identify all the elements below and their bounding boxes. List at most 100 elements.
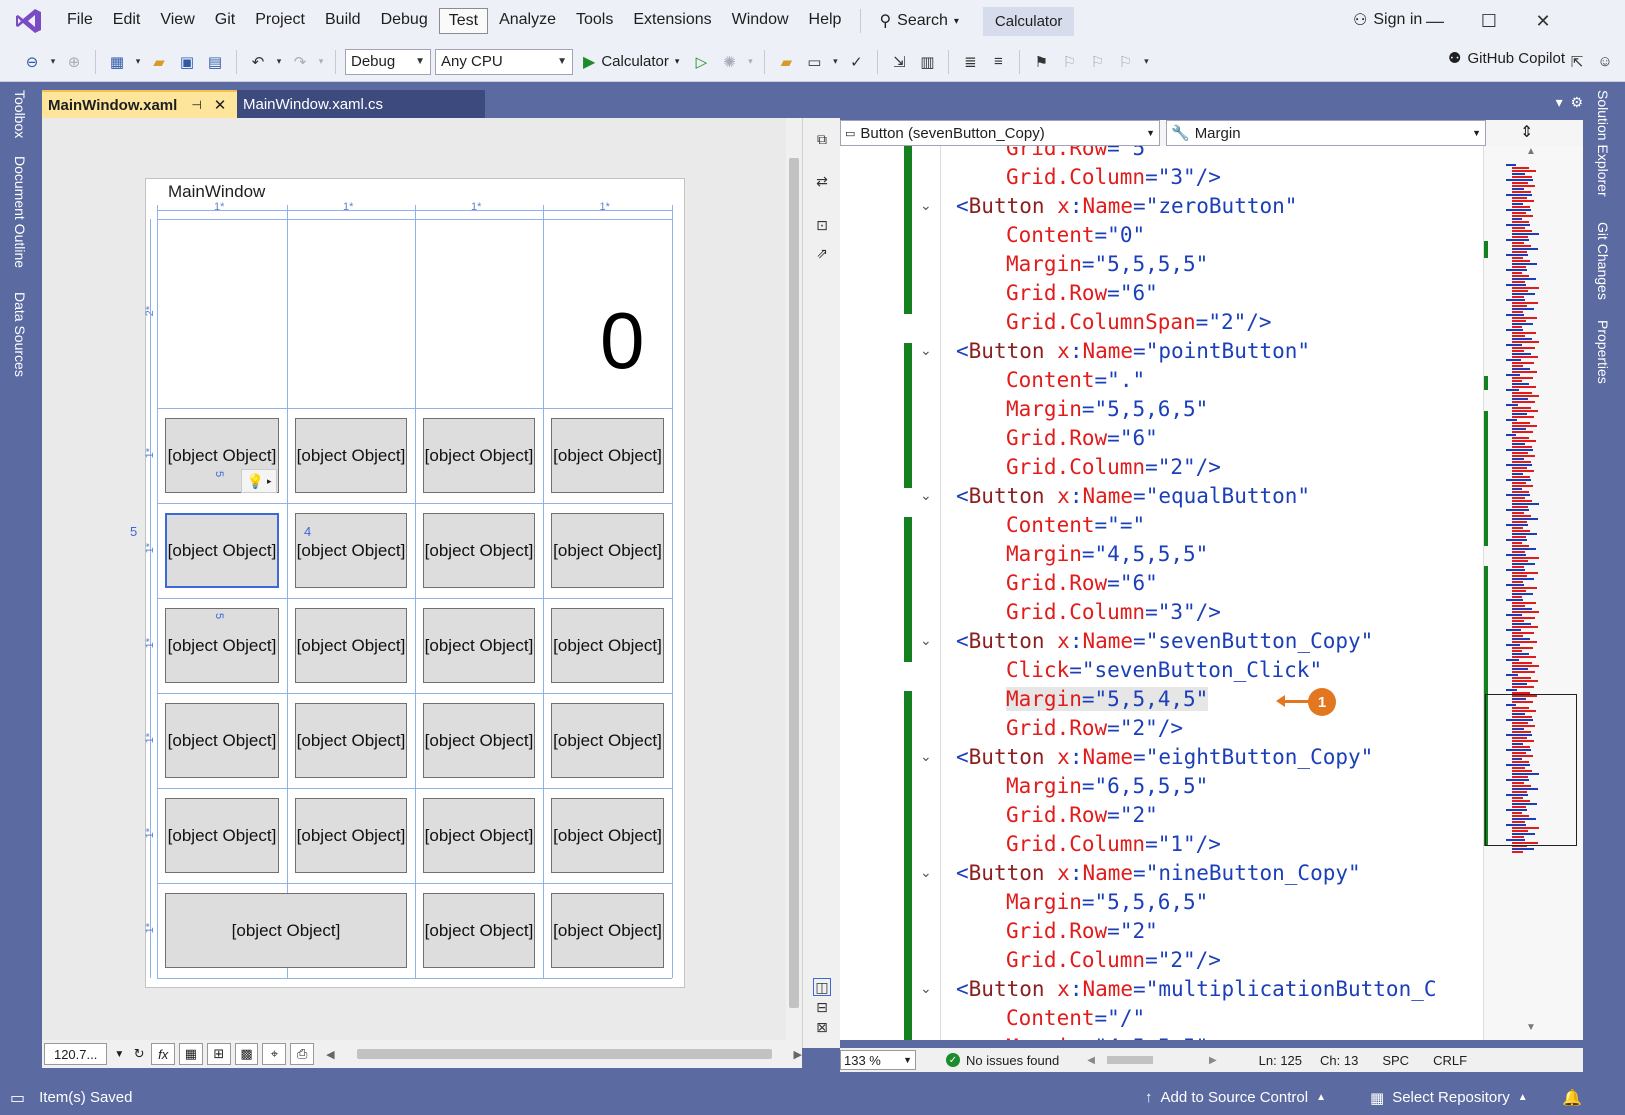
code-line[interactable]: Grid.Column="1"/> [1006,830,1221,858]
chevron-down-icon[interactable]: ▾ [48,50,58,74]
column-size-label[interactable]: 1* [600,201,610,213]
tab-mainwindow-xaml-cs[interactable]: MainWindow.xaml.cs [237,90,485,118]
row-size-label[interactable]: 1* [144,923,156,933]
menu-window[interactable]: Window [723,8,798,34]
swap-pane-icon[interactable]: ⧉ [813,130,831,148]
code-line[interactable]: Grid.Row="2"/> [1006,714,1183,742]
minimize-button[interactable]: — [1412,6,1458,36]
code-line[interactable]: Margin="5,5,5,5" [1006,250,1208,278]
start-without-debugging-icon[interactable]: ▷ [689,50,713,74]
refresh-icon[interactable]: ↻ [131,1043,147,1065]
calculator-button[interactable]: [object Object] [423,798,535,873]
search-button[interactable]: ⚲ Search ▾ [871,8,966,34]
solution-explorer-tab[interactable]: Solution Explorer [1595,90,1611,197]
grid-icon[interactable]: ▦ [179,1043,203,1065]
swap-icon[interactable]: ⇄ [813,172,831,190]
line-number[interactable]: Ln: 125 [1259,1053,1302,1068]
code-line[interactable]: <Button x:Name="pointButton" [956,337,1310,365]
calculator-button[interactable]: [object Object] [551,608,664,683]
calculator-button[interactable]: [object Object] [551,703,664,778]
calculator-button[interactable]: [object Object] [295,798,407,873]
editor-zoom-dropdown[interactable]: 133 % ▼ [840,1050,916,1070]
save-icon[interactable]: ▣ [175,50,199,74]
chevron-down-icon[interactable]: ▾ [133,50,143,74]
back-icon[interactable]: ⊖ [20,50,44,74]
calculator-button[interactable]: [object Object] [295,703,407,778]
scroll-down-icon[interactable]: ▼ [1526,1022,1536,1033]
fold-toggle-icon[interactable]: ⌄ [920,980,932,997]
calculator-button[interactable]: [object Object] [551,893,664,968]
code-line[interactable]: Grid.Column="3"/> [1006,598,1221,626]
row-size-label[interactable]: 1* [144,733,156,743]
next-bookmark-icon[interactable]: ⚐ [1085,50,1109,74]
tab-overflow-icon[interactable]: ▾ ⚙ [1556,94,1583,111]
feedback-icon[interactable]: ☺ [1593,50,1617,74]
chevron-down-icon[interactable]: ▾ [745,50,755,74]
document-outline-tab[interactable]: Document Outline [12,156,28,268]
layout-icon[interactable]: ▥ [915,50,939,74]
fold-toggle-icon[interactable]: ⌄ [920,342,932,359]
code-line[interactable]: Content="=" [1006,511,1145,539]
scroll-left-icon[interactable]: ◀ [326,1048,334,1061]
menu-view[interactable]: View [151,8,203,34]
calculator-button[interactable]: [object Object] [165,893,407,968]
calculator-button[interactable]: [object Object] [423,513,535,588]
whitespace-indicator[interactable]: SPC [1382,1053,1409,1068]
undo-icon[interactable]: ↶ [246,50,270,74]
menu-help[interactable]: Help [800,8,851,34]
open-folder-icon[interactable]: ▰ [147,50,171,74]
clear-bookmarks-icon[interactable]: ⚐ [1113,50,1137,74]
visual-studio-logo-icon[interactable] [0,0,58,42]
element-dropdown[interactable]: ▭ Button (sevenButton_Copy) ▼ [840,120,1160,146]
checkerboard-icon[interactable]: ▩ [234,1043,259,1065]
project-code-icon[interactable]: ⎙ [290,1043,315,1065]
menu-project[interactable]: Project [246,8,314,34]
code-line[interactable]: Margin="5,5,6,5" [1006,888,1208,916]
code-line[interactable]: Margin="6,5,5,5" [1006,772,1208,800]
chevron-down-icon[interactable]: ▾ [1141,50,1151,74]
chevron-down-icon[interactable]: ▾ [274,50,284,74]
new-project-icon[interactable]: ▦ [105,50,129,74]
menu-analyze[interactable]: Analyze [490,8,565,34]
calculator-button[interactable]: [object Object] [295,418,407,493]
code-line[interactable]: Grid.Row="2" [1006,917,1158,945]
code-line[interactable]: Grid.Row="2" [1006,801,1158,829]
redo-icon[interactable]: ↷ [288,50,312,74]
code-line[interactable]: Content="0" [1006,221,1145,249]
designer-horizontal-scrollbar[interactable] [356,1049,772,1059]
split-editor-icon[interactable]: ⇕ [1520,122,1533,142]
code-line[interactable]: Margin="4,5,5,5" [1006,1033,1208,1040]
share-icon[interactable]: ⇱ [1565,50,1589,74]
code-line[interactable]: Click="sevenButton_Click" [1006,656,1322,684]
code-line[interactable]: Grid.ColumnSpan="2"/> [1006,308,1272,336]
issues-indicator[interactable]: ✓ No issues found [946,1053,1059,1068]
code-line[interactable]: Margin="5,5,4,5" [1006,685,1209,713]
add-to-source-control-button[interactable]: ↑ Add to Source Control ▲ [1145,1089,1326,1106]
scroll-left-icon[interactable]: ◀ [1087,1055,1095,1066]
menu-build[interactable]: Build [316,8,370,34]
horizontal-split-icon[interactable]: ⊟ [813,998,831,1016]
spell-check-icon[interactable]: ✓ [844,50,868,74]
calculator-button[interactable]: [object Object] [423,703,535,778]
select-repository-button[interactable]: ▦ Select Repository ▲ [1370,1089,1528,1107]
code-line[interactable]: Grid.Column="2"/> [1006,946,1221,974]
code-line[interactable]: Content="." [1006,366,1145,394]
code-editor[interactable]: Grid.Row="5" Grid.Column="3"/> ⌄ <Button x:… [840,146,1483,1040]
column-size-label[interactable]: 1* [471,201,481,213]
expand-pane-icon[interactable]: ⊠ [813,1018,831,1036]
code-line[interactable]: <Button x:Name="zeroButton" [956,192,1297,220]
code-line[interactable]: Margin="4,5,5,5" [1006,540,1208,568]
previous-bookmark-icon[interactable]: ⚐ [1057,50,1081,74]
close-button[interactable]: ✕ [1520,6,1566,36]
menu-debug[interactable]: Debug [372,8,437,34]
vertical-split-icon[interactable]: ◫ [813,978,831,996]
data-sources-tab[interactable]: Data Sources [12,292,28,377]
snap-lines-icon[interactable]: ⌖ [262,1043,287,1065]
calculator-button[interactable]: [object Object] [551,418,664,493]
fold-toggle-icon[interactable]: ⌄ [920,632,932,649]
menu-edit[interactable]: Edit [104,8,150,34]
scroll-right-icon[interactable]: ▶ [1209,1055,1217,1066]
save-all-icon[interactable]: ▤ [203,50,227,74]
pin-icon[interactable]: ⊣ [191,98,201,112]
code-minimap[interactable]: ▲ ▼ [1483,146,1583,1040]
